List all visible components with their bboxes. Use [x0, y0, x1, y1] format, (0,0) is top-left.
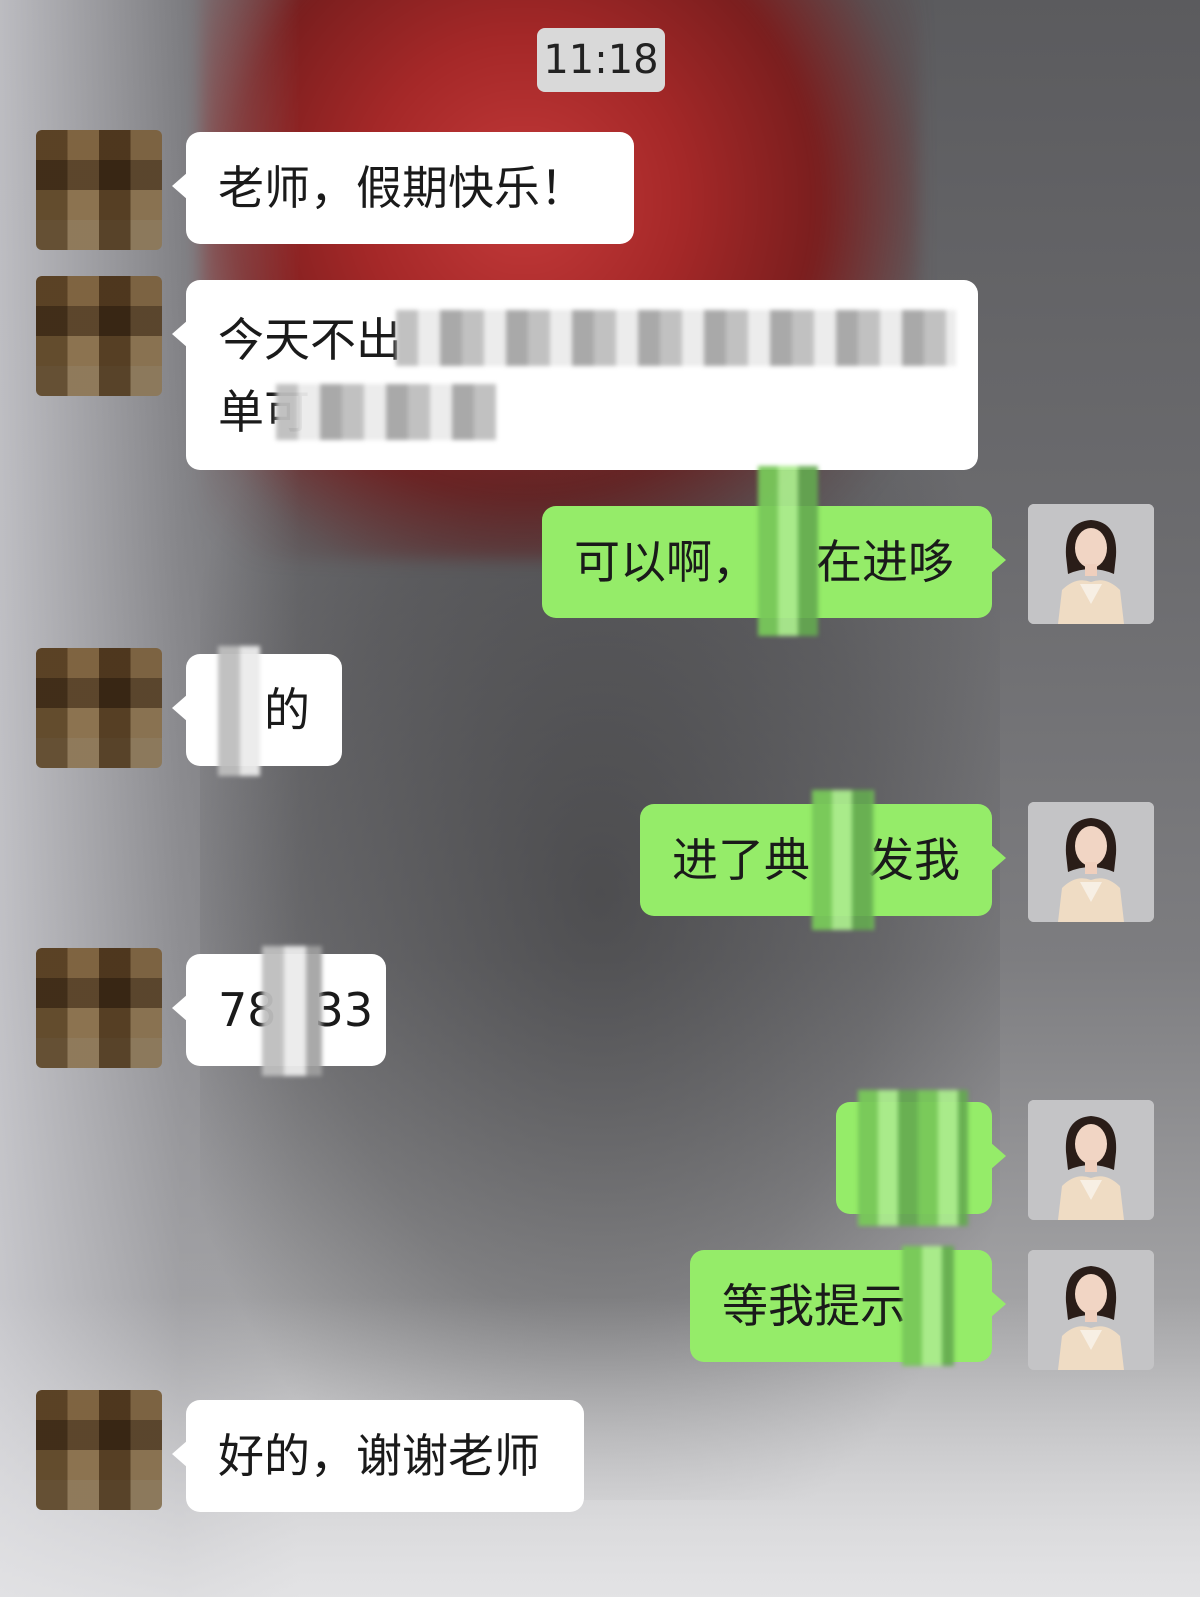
outgoing-message-bubble[interactable]: [836, 1090, 1006, 1226]
message-text: 可以啊，: [574, 535, 758, 589]
woman-portrait-icon: [1028, 802, 1154, 922]
teacher-avatar[interactable]: [1028, 802, 1154, 922]
incoming-message-bubble[interactable]: 老师，假期快乐！: [172, 132, 634, 244]
message-text: 老师，假期快乐！: [218, 161, 586, 215]
outgoing-message-bubble[interactable]: 可以啊， 在进哆: [542, 466, 1006, 636]
redaction-mosaic: [218, 646, 260, 776]
outgoing-message-bubble[interactable]: 等我提示: [690, 1246, 1006, 1366]
teacher-avatar[interactable]: [1028, 504, 1154, 624]
redaction-mosaic: [812, 790, 874, 930]
message-timestamp: 11:18: [537, 28, 665, 92]
message-text: 好的，谢谢老师: [218, 1429, 540, 1483]
woman-portrait-icon: [1028, 504, 1154, 624]
message-text: 在进哆: [816, 535, 954, 589]
message-text: 发我: [868, 833, 960, 887]
student-avatar[interactable]: [36, 1390, 162, 1510]
woman-portrait-icon: [1028, 1250, 1154, 1370]
message-text: 33: [314, 983, 374, 1037]
incoming-message-bubble[interactable]: 今天不出 单可: [172, 280, 978, 470]
incoming-message-bubble[interactable]: 78 33: [172, 946, 386, 1076]
message-text: 单可: [218, 385, 310, 439]
message-text: 78: [218, 983, 277, 1037]
incoming-message-bubble[interactable]: 好的，谢谢老师: [172, 1400, 584, 1512]
outgoing-message-bubble[interactable]: 进了典 发我: [640, 790, 1006, 930]
message-text: 进了典: [672, 833, 810, 887]
message-text: 等我提示: [722, 1279, 906, 1333]
teacher-avatar[interactable]: [1028, 1250, 1154, 1370]
redaction-mosaic: [902, 1246, 954, 1366]
teacher-avatar[interactable]: [1028, 1100, 1154, 1220]
student-avatar[interactable]: [36, 276, 162, 396]
message-text: 今天不出: [218, 313, 402, 367]
incoming-message-bubble[interactable]: 的: [172, 646, 342, 776]
student-avatar[interactable]: [36, 648, 162, 768]
redaction-mosaic: [858, 1090, 968, 1226]
student-avatar[interactable]: [36, 130, 162, 250]
message-text: 的: [264, 683, 310, 737]
student-avatar[interactable]: [36, 948, 162, 1068]
woman-portrait-icon: [1028, 1100, 1154, 1220]
